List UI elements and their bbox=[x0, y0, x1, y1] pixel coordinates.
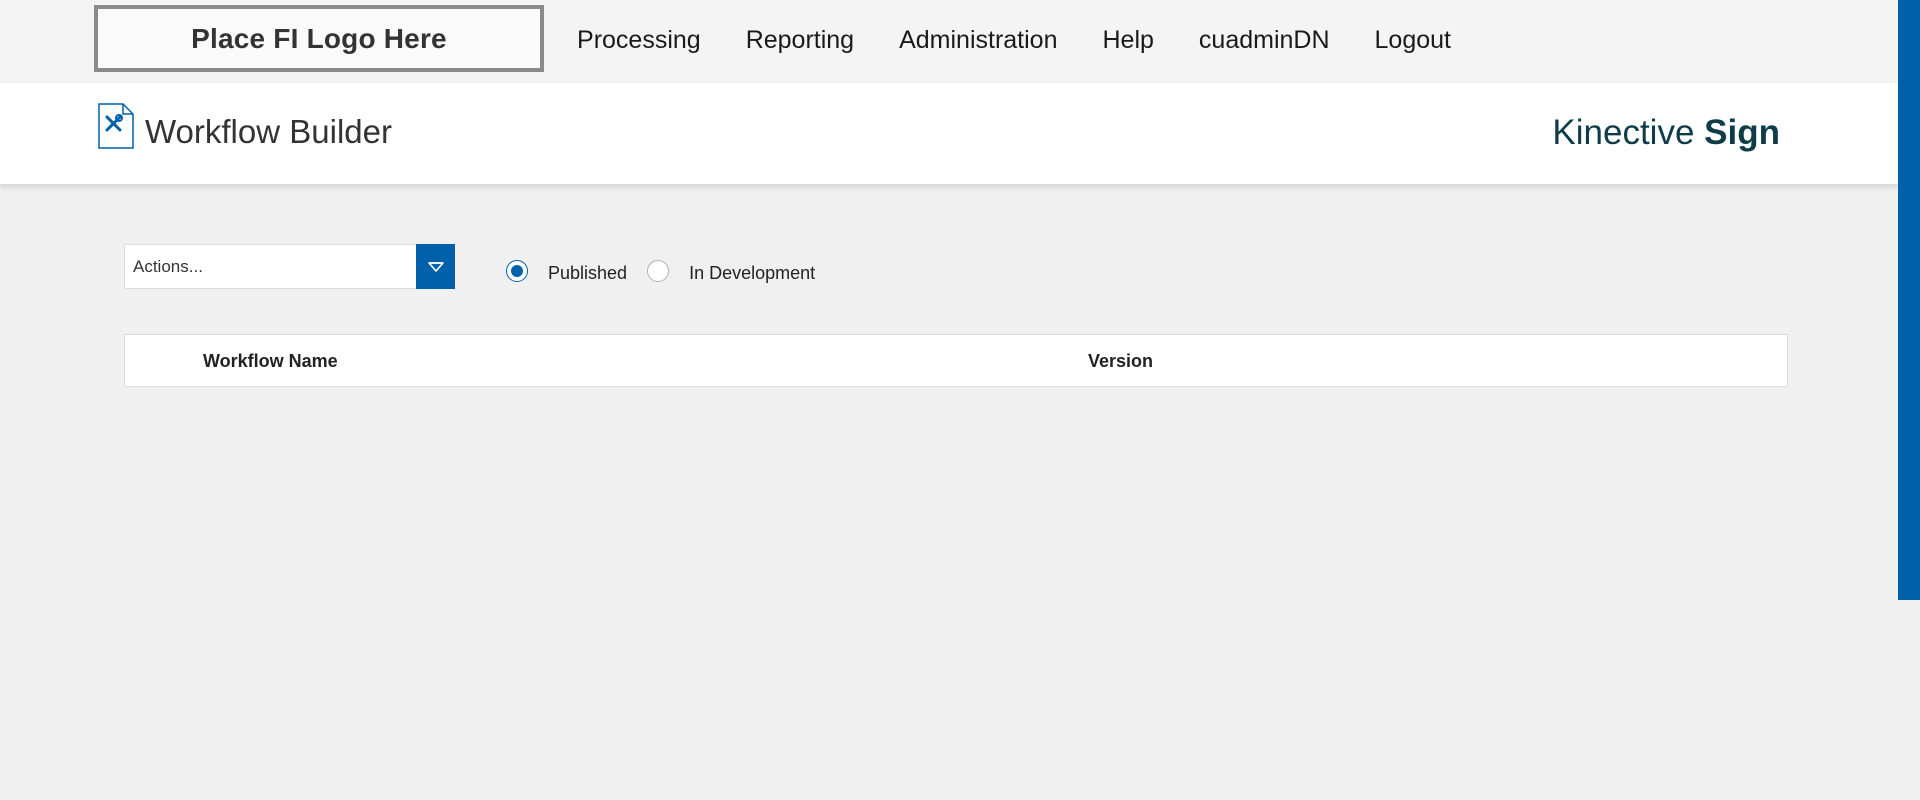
nav-logout[interactable]: Logout bbox=[1375, 24, 1451, 56]
radio-in-development[interactable] bbox=[647, 259, 670, 282]
nav-processing[interactable]: Processing bbox=[577, 24, 701, 56]
nav-reporting[interactable]: Reporting bbox=[746, 24, 854, 56]
radio-published-label[interactable]: Published bbox=[548, 263, 627, 284]
right-accent-strip bbox=[1898, 0, 1920, 600]
radio-published[interactable] bbox=[506, 259, 528, 282]
chevron-down-icon bbox=[427, 261, 444, 272]
status-filter: Published In Development bbox=[506, 257, 815, 284]
column-header-version[interactable]: Version bbox=[1088, 351, 1153, 372]
workflow-table-header: Workflow Name Version bbox=[124, 334, 1788, 387]
workflow-builder-icon bbox=[98, 103, 134, 149]
top-navigation-bar: Place FI Logo Here Processing Reporting … bbox=[0, 0, 1898, 83]
page-title: Workflow Builder bbox=[145, 113, 392, 150]
actions-dropdown[interactable]: Actions... bbox=[124, 244, 455, 289]
column-header-workflow-name[interactable]: Workflow Name bbox=[203, 351, 338, 372]
fi-logo-placeholder: Place FI Logo Here bbox=[94, 5, 544, 72]
actions-dropdown-toggle[interactable] bbox=[416, 244, 455, 289]
brand-bold: Sign bbox=[1704, 113, 1780, 152]
nav-user-account[interactable]: cuadminDN bbox=[1199, 24, 1330, 56]
main-nav: Processing Reporting Administration Help… bbox=[532, 24, 1451, 56]
page-header: Workflow Builder Kinective Sign bbox=[0, 83, 1898, 184]
nav-help[interactable]: Help bbox=[1103, 24, 1154, 56]
brand-regular: Kinective bbox=[1552, 113, 1695, 152]
actions-dropdown-label: Actions... bbox=[133, 257, 203, 276]
radio-in-development-label[interactable]: In Development bbox=[689, 263, 815, 284]
nav-administration[interactable]: Administration bbox=[899, 24, 1057, 56]
brand-wordmark: Kinective Sign bbox=[1552, 113, 1780, 153]
